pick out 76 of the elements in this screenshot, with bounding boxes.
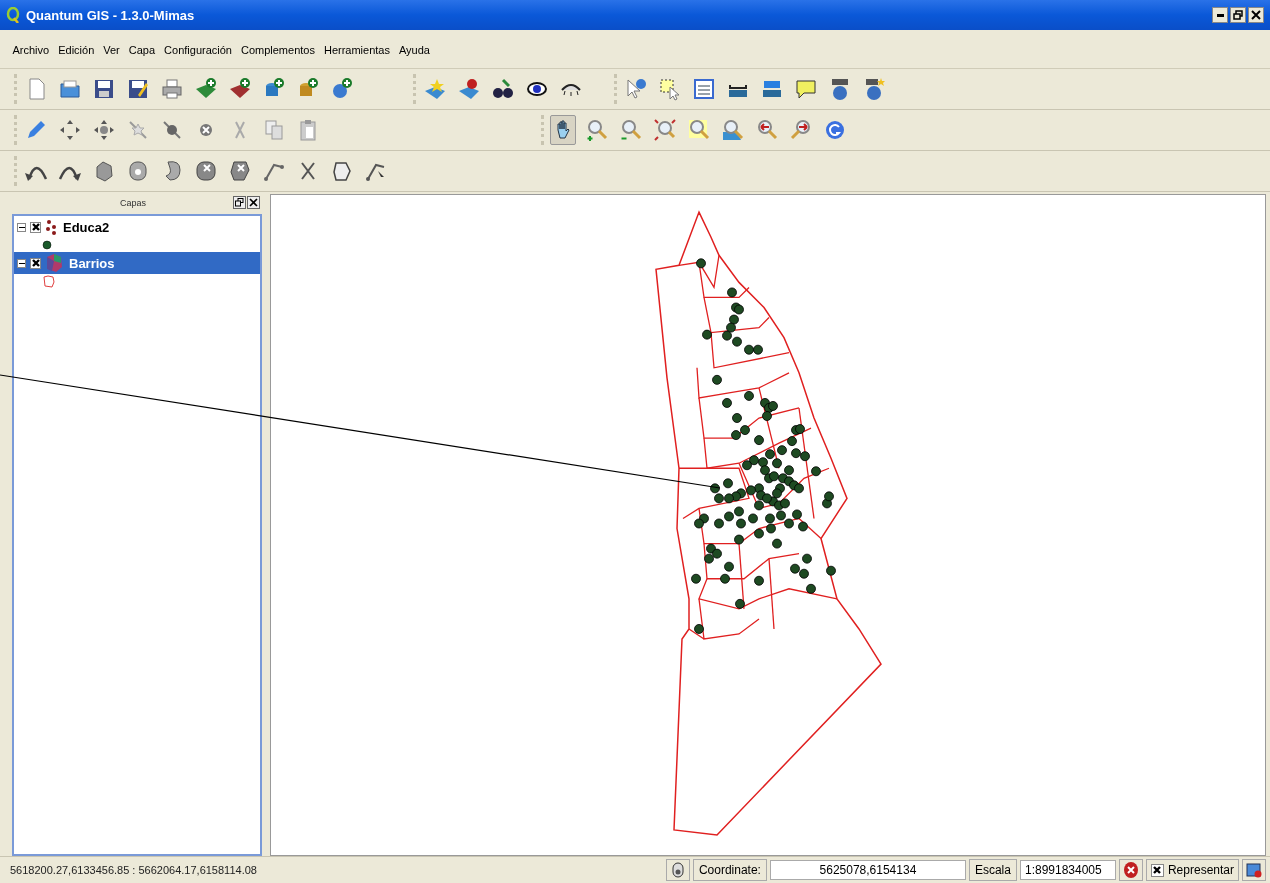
- add-raster-layer-icon: [228, 77, 252, 101]
- layer-row[interactable]: Barrios: [14, 252, 260, 274]
- move-arrows-icon: [92, 118, 116, 142]
- close-icon: [249, 198, 258, 207]
- visibility-checkbox[interactable]: [30, 257, 41, 269]
- zoom-selection-icon: [687, 118, 711, 142]
- polygon-icon: [330, 159, 354, 183]
- layer-row[interactable]: Educa2: [14, 216, 260, 238]
- render-checkbox[interactable]: Representar: [1145, 859, 1239, 881]
- zoom-full-icon: [653, 118, 677, 142]
- close-button[interactable]: [1248, 7, 1264, 23]
- cross-mark-icon: [1153, 866, 1162, 874]
- restore-icon: [235, 198, 244, 207]
- table-icon: [692, 77, 716, 101]
- coordinate-label: Coordinate:: [692, 859, 767, 881]
- app-logo-icon: [6, 7, 20, 23]
- binoculars-icon: [491, 77, 515, 101]
- projection-button[interactable]: [1242, 859, 1266, 881]
- menu-item[interactable]: Ver: [98, 44, 125, 56]
- save-as-icon: [126, 77, 150, 101]
- point-symbol-icon: [42, 240, 52, 250]
- save-icon: [92, 77, 116, 101]
- restore-button[interactable]: [1230, 7, 1246, 23]
- mouse-button[interactable]: [665, 859, 690, 881]
- minus-icon: [18, 262, 25, 264]
- stop-render-button[interactable]: [1118, 859, 1143, 881]
- menu-item[interactable]: Archivo: [8, 44, 54, 56]
- cross-mark-icon: [31, 259, 40, 267]
- polygon-icon: [194, 159, 218, 183]
- scale-label: Escala: [968, 859, 1017, 881]
- visibility-checkbox[interactable]: [30, 221, 41, 233]
- add-globe-icon: [330, 77, 354, 101]
- zoom-out-icon: [619, 118, 643, 142]
- move-arrows-icon: [58, 118, 82, 142]
- mouse-icon: [669, 861, 686, 879]
- remove-layer-icon: [457, 77, 481, 101]
- coordinate-field[interactable]: 5625078,6154134: [769, 860, 966, 880]
- zoom-in-icon: [585, 118, 609, 142]
- points-icon: [45, 219, 57, 235]
- minimize-button[interactable]: [1212, 7, 1228, 23]
- identify-icon: [624, 77, 648, 101]
- menu-item[interactable]: Configuración: [159, 44, 237, 56]
- zoom-next-icon: [789, 118, 813, 142]
- restore-icon: [1233, 10, 1243, 20]
- map-tip-icon: [794, 77, 818, 101]
- close-icon: [1251, 10, 1261, 20]
- cross-mark-icon: [31, 223, 40, 231]
- select-icon: [658, 77, 682, 101]
- minimize-icon: [1216, 13, 1224, 17]
- menu-item[interactable]: Capa: [124, 44, 160, 56]
- printer-icon: [160, 77, 184, 101]
- scale-field[interactable]: 1:8991834005: [1019, 860, 1116, 880]
- add-map-layer-icon: [194, 77, 218, 101]
- menu-item[interactable]: Complementos: [236, 44, 320, 56]
- zoom-last-icon: [755, 118, 779, 142]
- collapse-button[interactable]: [17, 222, 26, 232]
- layer-name: Educa2: [62, 218, 111, 236]
- refresh-icon: [823, 118, 847, 142]
- collapse-button[interactable]: [17, 258, 26, 268]
- close-button[interactable]: [247, 196, 260, 209]
- copy-icon: [262, 118, 286, 142]
- polygon-symbol-icon: [42, 274, 56, 288]
- menu-item[interactable]: Edición: [53, 44, 99, 56]
- menu-item[interactable]: Ayuda: [394, 44, 435, 56]
- panel-title: Capas: [120, 198, 146, 208]
- minus-icon: [18, 226, 25, 228]
- polygons-icon: [45, 253, 63, 273]
- extent-text: 5618200.27,6133456.85 : 5662064.17,6158114.08: [10, 864, 257, 876]
- menu-item[interactable]: Herramientas: [319, 44, 395, 56]
- star-map-icon: [423, 77, 447, 101]
- float-button[interactable]: [233, 196, 246, 209]
- window-title: Quantum GIS - 1.3.0-Mimas: [26, 7, 195, 23]
- polygon-icon: [228, 159, 252, 183]
- projection-icon: [1246, 862, 1262, 878]
- folder-icon: [58, 77, 82, 101]
- zoom-layer-icon: [721, 118, 745, 142]
